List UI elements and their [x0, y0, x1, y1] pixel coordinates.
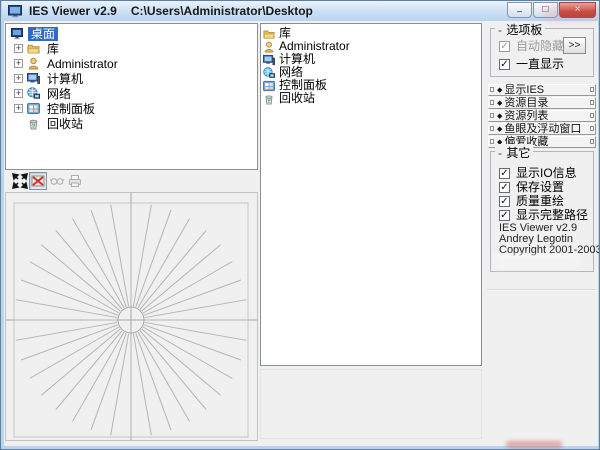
blurred-watermark [495, 255, 579, 270]
tree-item-desktop[interactable]: 桌面 [6, 26, 257, 41]
tree-item-label: 库 [44, 42, 62, 56]
desktop-list[interactable]: 库 Administrator 计算机 网络 控制面板 回收站 [260, 23, 482, 366]
pink-blur-smudge [544, 3, 599, 23]
client-area: 桌面 + 库 + Administrator + 计算机 + 网络 [4, 21, 598, 446]
auto-hide-checkbox[interactable]: ✓ 自动隐藏 [499, 40, 564, 52]
tree-item-computer[interactable]: + 计算机 [6, 71, 257, 86]
desktop-tree[interactable]: 桌面 + 库 + Administrator + 计算机 + 网络 [5, 23, 258, 170]
print-button[interactable] [66, 172, 84, 190]
rollout-bullet-icon: ◆ [497, 99, 502, 107]
expand-icon[interactable]: + [14, 89, 23, 98]
user-icon [263, 41, 275, 53]
computer-icon [263, 54, 275, 66]
collapse-icon[interactable]: - [498, 146, 502, 160]
checkbox-check-icon: ✓ [499, 168, 510, 179]
always-show-checkbox[interactable]: ✓ 一直显示 [499, 58, 564, 70]
computer-icon [27, 72, 40, 85]
expand-icon[interactable]: + [14, 59, 23, 68]
rollout-show-ies[interactable]: ◆ 显示IES [488, 84, 596, 96]
rollout-bullet-icon: ◆ [497, 125, 502, 133]
control-panel-icon [27, 102, 40, 115]
divider [487, 289, 596, 291]
expand-icon[interactable]: + [14, 104, 23, 113]
red-blur-smudge [506, 441, 562, 448]
checkbox-check-icon: ✓ [499, 182, 510, 193]
save-settings-checkbox[interactable]: ✓ 保存设置 [499, 181, 564, 193]
other-group-label: - 其它 [495, 144, 533, 161]
expand-icon[interactable]: + [14, 44, 23, 53]
tree-item-label: 网络 [44, 87, 74, 101]
titlebar[interactable]: IES Viewer v2.9 C:\Users\Administrator\D… [2, 1, 599, 21]
network-icon [263, 67, 275, 79]
other-group: - 其它 ✓ 显示IO信息 ✓ 保存设置 ✓ 质量重绘 ✓ 显示完整路径 [490, 151, 594, 272]
user-icon [27, 57, 40, 70]
tree-item-libraries[interactable]: + 库 [6, 41, 257, 56]
tree-item-recycle-bin[interactable]: 回收站 [6, 116, 257, 131]
rollout-fisheye-window[interactable]: ◆ 鱼眼及浮动窗口 [488, 123, 596, 135]
rollout-resource-dir[interactable]: ◆ 资源目录 [488, 97, 596, 109]
minimize-icon: − [517, 8, 523, 18]
rollout-bullet-icon: ◆ [497, 112, 502, 120]
tree-item-label: 计算机 [44, 72, 86, 86]
viewer-toolbar [5, 171, 258, 191]
checkbox-check-icon: ✓ [499, 196, 510, 207]
app-icon [8, 4, 23, 18]
print-icon [67, 173, 83, 189]
tree-item-label: Administrator [44, 57, 121, 71]
tree-item-control-panel[interactable]: + 控制面板 [6, 101, 257, 116]
libraries-icon [27, 42, 40, 55]
window-title-path: C:\Users\Administrator\Desktop [131, 4, 313, 18]
preview-glasses-icon [49, 173, 65, 189]
list-item-label: 回收站 [279, 92, 315, 105]
expand-panel-button[interactable]: >> [563, 37, 586, 54]
recycle-bin-icon [263, 93, 275, 105]
options-group-label: - 选项板 [495, 21, 545, 38]
network-icon [27, 87, 40, 100]
options-sidebar: - 选项板 ✓ 自动隐藏 >> ✓ 一直显示 ◆ 显示IES [487, 21, 598, 446]
photometric-canvas[interactable] [5, 192, 258, 441]
tree-item-label: 桌面 [28, 27, 58, 41]
list-item-recycle-bin[interactable]: 回收站 [261, 92, 481, 105]
collapse-icon[interactable]: - [498, 23, 502, 37]
tree-item-label: 控制面板 [44, 102, 98, 116]
control-panel-icon [263, 80, 275, 92]
desktop-icon [11, 27, 24, 40]
checkbox-check-icon: ✓ [499, 41, 510, 52]
preview-button[interactable] [48, 172, 66, 190]
info-panel [260, 369, 482, 439]
tree-item-administrator[interactable]: + Administrator [6, 56, 257, 71]
checkbox-check-icon: ✓ [499, 210, 510, 221]
expand-icon[interactable]: + [14, 74, 23, 83]
minimize-button[interactable]: − [507, 2, 532, 18]
tree-item-network[interactable]: + 网络 [6, 86, 257, 101]
rollout-resource-list[interactable]: ◆ 资源列表 [488, 110, 596, 122]
recycle-bin-icon [27, 117, 40, 130]
no-image-icon [30, 173, 46, 189]
no-image-button[interactable] [29, 172, 47, 190]
app-window: IES Viewer v2.9 C:\Users\Administrator\D… [0, 0, 600, 450]
tree-item-label: 回收站 [44, 117, 86, 131]
photometric-starburst [6, 193, 257, 440]
options-group: - 选项板 ✓ 自动隐藏 >> ✓ 一直显示 [490, 28, 594, 77]
checkbox-check-icon: ✓ [499, 59, 510, 70]
show-io-info-checkbox[interactable]: ✓ 显示IO信息 [499, 167, 577, 179]
window-title: IES Viewer v2.9 [29, 4, 117, 18]
fit-view-icon [12, 173, 28, 189]
fit-view-button[interactable] [11, 172, 29, 190]
libraries-icon [263, 28, 275, 40]
quality-redraw-checkbox[interactable]: ✓ 质量重绘 [499, 195, 564, 207]
show-full-path-checkbox[interactable]: ✓ 显示完整路径 [499, 209, 588, 221]
rollout-bullet-icon: ◆ [497, 86, 502, 94]
